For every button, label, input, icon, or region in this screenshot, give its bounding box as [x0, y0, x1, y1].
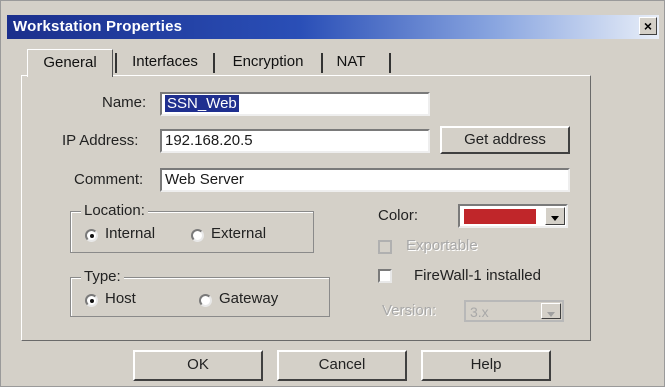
cancel-button[interactable]: Cancel — [277, 350, 407, 381]
tab-encryption[interactable]: Encryption — [217, 49, 319, 75]
title-bar[interactable]: Workstation Properties × — [7, 15, 659, 39]
type-group: Type: Host Gateway — [70, 268, 330, 317]
cancel-button-label: Cancel — [318, 356, 366, 373]
ok-button[interactable]: OK — [133, 350, 263, 381]
type-host-label: Host — [105, 290, 136, 307]
color-swatch — [464, 209, 536, 224]
name-label: Name: — [102, 94, 147, 111]
location-internal-label: Internal — [105, 225, 156, 242]
color-dropdown[interactable] — [458, 204, 568, 228]
workstation-properties-dialog: Workstation Properties × General Interfa… — [0, 0, 665, 387]
tab-general[interactable]: General — [27, 49, 113, 77]
help-button[interactable]: Help — [421, 350, 551, 381]
tab-encryption-label: Encryption — [232, 53, 304, 70]
tab-interfaces-label: Interfaces — [132, 53, 198, 70]
color-label: Color: — [378, 207, 419, 224]
help-button-label: Help — [470, 356, 502, 373]
type-gateway-radio[interactable] — [199, 294, 212, 307]
type-gateway-label: Gateway — [219, 290, 279, 307]
exportable-label: Exportable — [406, 237, 478, 254]
name-input[interactable]: SSN_Web — [160, 92, 430, 116]
tab-general-label: General — [43, 54, 97, 71]
location-group-title: Location: — [81, 202, 148, 219]
window-title: Workstation Properties — [13, 18, 183, 35]
location-group: Location: Internal External — [70, 202, 314, 253]
comment-label: Comment: — [74, 171, 144, 188]
general-tab-panel: Name: SSN_Web IP Address: 192.168.20.5 G… — [21, 75, 591, 341]
type-group-title: Type: — [81, 268, 124, 285]
tab-divider — [321, 53, 323, 73]
get-address-label: Get address — [464, 131, 546, 148]
tab-interfaces[interactable]: Interfaces — [119, 49, 211, 75]
version-label: Version: — [382, 302, 437, 319]
comment-input[interactable]: Web Server — [160, 168, 570, 192]
close-button[interactable]: × — [639, 17, 657, 35]
location-internal-radio[interactable] — [85, 229, 98, 242]
comment-value: Web Server — [165, 171, 244, 188]
tab-nat[interactable]: NAT — [325, 49, 377, 75]
close-icon: × — [643, 18, 653, 34]
get-address-button[interactable]: Get address — [440, 126, 570, 154]
exportable-checkbox[interactable] — [378, 240, 392, 254]
ip-address-input[interactable]: 192.168.20.5 — [160, 129, 430, 153]
version-value: 3.x — [470, 304, 489, 320]
firewall-installed-label: FireWall-1 installed — [414, 267, 541, 284]
tab-divider — [115, 53, 117, 73]
name-input-value: SSN_Web — [165, 95, 239, 112]
location-external-radio[interactable] — [191, 229, 204, 242]
tab-divider — [213, 53, 215, 73]
chevron-down-icon[interactable] — [541, 303, 561, 319]
version-dropdown[interactable]: 3.x — [464, 300, 564, 322]
location-external-label: External — [211, 225, 267, 242]
ok-button-label: OK — [187, 356, 209, 373]
tab-divider — [389, 53, 391, 73]
ip-address-value: 192.168.20.5 — [165, 132, 253, 149]
type-host-radio[interactable] — [85, 294, 98, 307]
chevron-down-icon[interactable] — [545, 207, 565, 225]
ip-address-label: IP Address: — [62, 132, 139, 149]
tab-nat-label: NAT — [336, 53, 366, 70]
firewall-installed-checkbox[interactable] — [378, 269, 392, 283]
